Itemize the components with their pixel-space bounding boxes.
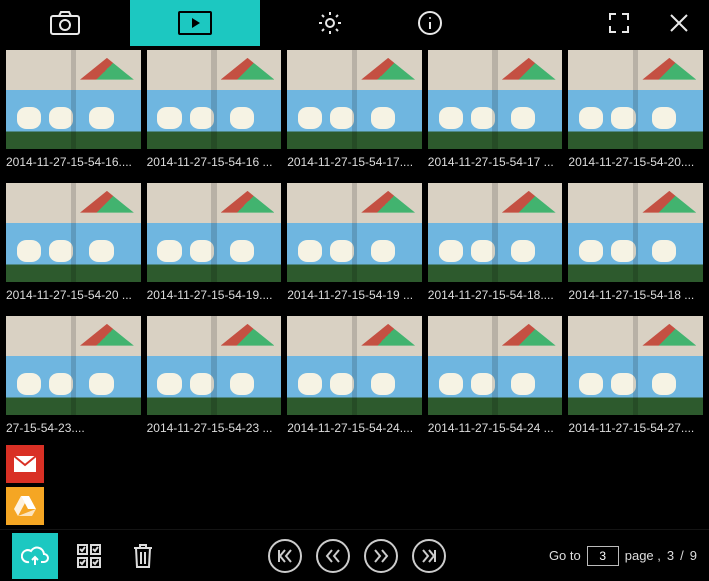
thumbnail-image: [6, 316, 141, 415]
select-all-button[interactable]: [66, 533, 112, 579]
delete-button[interactable]: [120, 533, 166, 579]
thumbnail[interactable]: 27-15-54-23....: [6, 316, 141, 443]
first-icon: [277, 549, 293, 563]
thumbnail-image: [287, 316, 422, 415]
info-icon: [417, 10, 443, 36]
thumbnail[interactable]: 2014-11-27-15-54-16....: [6, 50, 141, 177]
thumbnail-image: [147, 183, 282, 282]
thumbnail-caption: 2014-11-27-15-54-20....: [568, 149, 703, 177]
thumbnail[interactable]: 2014-11-27-15-54-27....: [568, 316, 703, 443]
thumbnail-image: [568, 183, 703, 282]
thumbnail[interactable]: 2014-11-27-15-54-18....: [428, 183, 563, 310]
thumbnail-image: [287, 183, 422, 282]
thumbnail-caption: 2014-11-27-15-54-17....: [287, 149, 422, 177]
trash-icon: [132, 543, 154, 569]
expand-icon: [607, 11, 631, 35]
thumbnail[interactable]: 2014-11-27-15-54-23 ...: [147, 316, 282, 443]
fullscreen-button[interactable]: [589, 0, 649, 46]
settings-button[interactable]: [300, 0, 360, 46]
thumbnail-caption: 2014-11-27-15-54-19 ...: [287, 282, 422, 310]
thumbnail-caption: 2014-11-27-15-54-18 ...: [568, 282, 703, 310]
mail-icon: [14, 456, 36, 472]
share-drive-button[interactable]: [6, 487, 44, 525]
camera-icon: [50, 11, 80, 35]
drive-icon: [14, 496, 36, 516]
thumbnail-caption: 2014-11-27-15-54-24....: [287, 415, 422, 443]
thumbnail[interactable]: 2014-11-27-15-54-19....: [147, 183, 282, 310]
thumbnail[interactable]: 2014-11-27-15-54-24 ...: [428, 316, 563, 443]
thumbnail-caption: 2014-11-27-15-54-18....: [428, 282, 563, 310]
thumbnail-caption: 2014-11-27-15-54-20 ...: [6, 282, 141, 310]
thumbnail[interactable]: 2014-11-27-15-54-24....: [287, 316, 422, 443]
thumbnail-image: [568, 50, 703, 149]
thumbnail-image: [6, 183, 141, 282]
next-icon: [373, 549, 389, 563]
goto-page-input[interactable]: [587, 546, 619, 566]
thumbnail-caption: 2014-11-27-15-54-27....: [568, 415, 703, 443]
thumbnail-image: [568, 316, 703, 415]
bottom-toolbar: Go to page , 3 / 9: [0, 529, 709, 581]
page-word: page ,: [625, 548, 661, 563]
close-icon: [668, 12, 690, 34]
total-pages: 9: [690, 548, 697, 563]
camera-tab[interactable]: [0, 0, 130, 46]
thumbnail-caption: 2014-11-27-15-54-19....: [147, 282, 282, 310]
gallery-tab[interactable]: [130, 0, 260, 46]
thumbnail-image: [147, 50, 282, 149]
thumbnail[interactable]: 2014-11-27-15-54-16 ...: [147, 50, 282, 177]
prev-page-button[interactable]: [316, 539, 350, 573]
cloud-upload-icon: [21, 545, 49, 567]
page-nav-group: [268, 539, 446, 573]
gear-icon: [317, 10, 343, 36]
thumbnail-image: [147, 316, 282, 415]
thumbnail[interactable]: 2014-11-27-15-54-17 ...: [428, 50, 563, 177]
current-page: 3: [667, 548, 674, 563]
first-page-button[interactable]: [268, 539, 302, 573]
thumbnail-caption: 2014-11-27-15-54-17 ...: [428, 149, 563, 177]
close-button[interactable]: [649, 0, 709, 46]
last-icon: [421, 549, 437, 563]
play-icon: [178, 11, 212, 35]
thumbnail-caption: 2014-11-27-15-54-16....: [6, 149, 141, 177]
thumbnail-caption: 27-15-54-23....: [6, 415, 141, 443]
top-toolbar: [0, 0, 709, 46]
grid-check-icon: [77, 544, 101, 568]
goto-label: Go to: [549, 548, 581, 563]
thumbnail-image: [287, 50, 422, 149]
thumbnail-caption: 2014-11-27-15-54-23 ...: [147, 415, 282, 443]
thumbnail[interactable]: 2014-11-27-15-54-19 ...: [287, 183, 422, 310]
prev-icon: [325, 549, 341, 563]
share-stack: [6, 445, 44, 525]
thumbnail[interactable]: 2014-11-27-15-54-18 ...: [568, 183, 703, 310]
upload-button[interactable]: [12, 533, 58, 579]
thumbnail[interactable]: 2014-11-27-15-54-20 ...: [6, 183, 141, 310]
last-page-button[interactable]: [412, 539, 446, 573]
thumbnail[interactable]: 2014-11-27-15-54-20....: [568, 50, 703, 177]
thumbnail-grid: 2014-11-27-15-54-16.... 2014-11-27-15-54…: [0, 46, 709, 443]
thumbnail-image: [428, 316, 563, 415]
info-button[interactable]: [400, 0, 460, 46]
page-sep: /: [680, 548, 684, 563]
share-mail-button[interactable]: [6, 445, 44, 483]
thumbnail-image: [428, 183, 563, 282]
thumbnail-image: [6, 50, 141, 149]
thumbnail-image: [428, 50, 563, 149]
thumbnail-caption: 2014-11-27-15-54-16 ...: [147, 149, 282, 177]
pager: Go to page , 3 / 9: [549, 546, 697, 566]
thumbnail-caption: 2014-11-27-15-54-24 ...: [428, 415, 563, 443]
thumbnail[interactable]: 2014-11-27-15-54-17....: [287, 50, 422, 177]
next-page-button[interactable]: [364, 539, 398, 573]
